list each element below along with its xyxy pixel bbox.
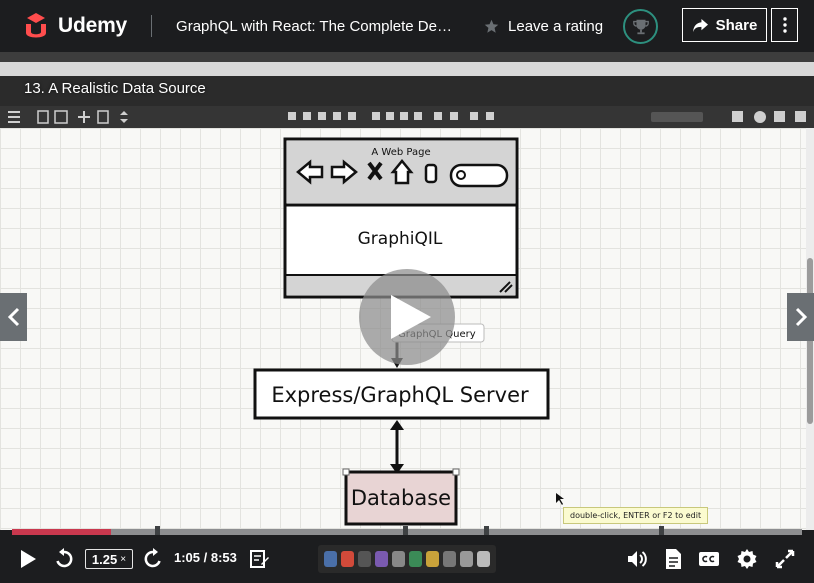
share-button[interactable]: Share	[682, 8, 767, 42]
udemy-logo[interactable]: Udemy	[16, 0, 127, 52]
page-icon	[424, 163, 438, 184]
leave-rating-button[interactable]: Leave a rating	[484, 18, 603, 35]
server-db-arrow	[390, 420, 404, 474]
rewind-icon	[56, 548, 73, 568]
big-play-button[interactable]	[359, 269, 455, 365]
next-lecture-button[interactable]	[787, 293, 814, 341]
play-icon	[391, 295, 431, 339]
forward-button[interactable]	[142, 547, 164, 571]
closed-captions-icon	[699, 552, 719, 566]
video-player-area[interactable]: A Web Page GraphiQIL GraphQL Query Expre…	[0, 52, 814, 530]
share-icon	[692, 18, 708, 32]
volume-icon	[628, 551, 647, 567]
player-controls: 1.25 × 1:05 / 8:53	[0, 535, 814, 583]
browser-title-text: A Web Page	[371, 147, 430, 158]
star-icon	[484, 19, 499, 33]
rewind-button[interactable]	[53, 547, 75, 571]
graphiql-text: GraphiQIL	[358, 229, 443, 249]
header-divider	[151, 15, 153, 37]
play-icon	[21, 550, 36, 568]
chevron-right-icon	[795, 307, 807, 327]
transcript-icon	[666, 549, 681, 569]
previous-lecture-button[interactable]	[0, 293, 27, 341]
gear-icon	[737, 549, 757, 569]
speed-suffix: ×	[120, 553, 127, 565]
vertical-dots-icon	[782, 17, 787, 33]
captions-button[interactable]	[698, 547, 720, 571]
edit-tooltip: double-click, ENTER or F2 to edit	[563, 507, 709, 524]
udemy-logo-icon	[26, 13, 46, 38]
play-button[interactable]	[17, 547, 39, 571]
server-box: Express/GraphQL Server	[253, 368, 550, 420]
top-header: Udemy GraphQL with React: The Complete D…	[0, 0, 814, 52]
trophy-icon	[632, 19, 649, 34]
video-dock-strip	[318, 545, 496, 573]
transcript-button[interactable]	[662, 547, 684, 571]
speed-value: 1.25	[91, 551, 118, 567]
progress-trophy-button[interactable]	[623, 9, 658, 44]
forward-icon	[144, 548, 161, 568]
lecture-title: 13. A Realistic Data Source	[24, 80, 206, 97]
chevron-left-icon	[7, 307, 19, 327]
add-note-button[interactable]	[248, 547, 270, 571]
server-text: Express/GraphQL Server	[271, 383, 529, 407]
course-title-link[interactable]: GraphQL with React: The Complete Develo.…	[176, 18, 454, 35]
note-icon	[250, 550, 269, 568]
fullscreen-button[interactable]	[774, 547, 796, 571]
brand-name: Udemy	[58, 14, 128, 37]
fullscreen-icon	[775, 549, 795, 569]
leave-rating-label: Leave a rating	[508, 17, 604, 35]
settings-button[interactable]	[736, 547, 758, 571]
search-field-mockup	[449, 163, 509, 188]
playback-speed-button[interactable]: 1.25 ×	[85, 549, 133, 569]
database-box: Database	[342, 468, 460, 526]
mouse-cursor-icon	[556, 493, 564, 505]
database-text: Database	[351, 486, 451, 510]
more-options-button[interactable]	[771, 8, 798, 42]
share-label: Share	[715, 16, 758, 34]
time-display: 1:05 / 8:53	[174, 550, 237, 565]
volume-button[interactable]	[626, 547, 648, 571]
